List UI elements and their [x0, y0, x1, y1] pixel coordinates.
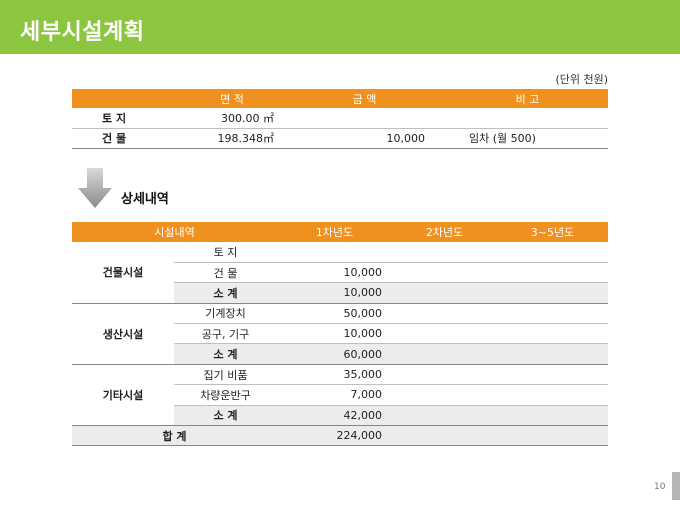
page-number: 10 [654, 482, 666, 492]
summary-label: 건 물 [72, 128, 182, 149]
unit-note: (단위 천원) [555, 73, 608, 86]
page-edge-tab [672, 472, 680, 500]
summary-area: 198.348㎡ [182, 128, 282, 149]
summary-note [447, 108, 608, 129]
item-year1: 10,000 [277, 323, 392, 345]
item-year2 [392, 384, 497, 406]
item-year3-5 [497, 384, 608, 406]
detail-header-facility: 시설내역 [72, 222, 277, 242]
item-name: 차량운반구 [174, 384, 277, 406]
group-label: 건물시설 [72, 242, 174, 304]
total-label: 합 계 [72, 425, 277, 447]
summary-note: 임차 (월 500) [447, 128, 608, 149]
subtotal-label: 소 계 [174, 282, 277, 304]
group-label: 기타시설 [72, 364, 174, 427]
subtotal-year1: 42,000 [277, 405, 392, 427]
summary-label: 토 지 [72, 108, 182, 129]
item-year2 [392, 323, 497, 345]
detail-table: 시설내역 1차년도 2차년도 3~5년도 건물시설 토 지 건 물 10,000… [72, 222, 608, 447]
detail-header-year1: 1차년도 [277, 222, 392, 242]
item-year1: 7,000 [277, 384, 392, 406]
item-name: 기계장치 [174, 303, 277, 325]
section-title: 상세내역 [121, 192, 169, 207]
item-year2 [392, 364, 497, 386]
item-year1: 10,000 [277, 262, 392, 284]
detail-header-year3-5: 3~5년도 [497, 222, 608, 242]
item-year3-5 [497, 364, 608, 386]
item-name: 집기 비품 [174, 364, 277, 386]
subtotal-year2 [392, 405, 497, 427]
item-name: 공구, 기구 [174, 323, 277, 345]
subtotal-year1: 10,000 [277, 282, 392, 304]
detail-header-year2: 2차년도 [392, 222, 497, 242]
page-title: 세부시설계획 [20, 20, 145, 45]
item-name: 토 지 [174, 242, 277, 263]
subtotal-year3-5 [497, 405, 608, 427]
subtotal-label: 소 계 [174, 343, 277, 365]
subtotal-year3-5 [497, 282, 608, 304]
summary-amount [282, 108, 447, 129]
table-row: 건물시설 토 지 [72, 242, 608, 304]
subtotal-year2 [392, 282, 497, 304]
item-year2 [392, 303, 497, 325]
item-year1 [277, 242, 392, 263]
total-year1: 224,000 [277, 425, 392, 447]
table-row: 생산시설 기계장치 50,000 [72, 303, 608, 365]
summary-amount: 10,000 [282, 128, 447, 149]
summary-table: 면 적 금 액 비 고 토 지 300.00 ㎡ 건 물 198.348㎡ 10… [72, 89, 608, 149]
item-year3-5 [497, 242, 608, 263]
summary-header-note: 비 고 [447, 89, 608, 108]
detail-header-row: 시설내역 1차년도 2차년도 3~5년도 [72, 222, 608, 242]
table-row: 기타시설 집기 비품 35,000 [72, 364, 608, 427]
summary-header-area: 면 적 [182, 89, 282, 108]
item-year3-5 [497, 323, 608, 345]
group-label: 생산시설 [72, 303, 174, 365]
subtotal-label: 소 계 [174, 405, 277, 427]
item-year3-5 [497, 262, 608, 284]
summary-area: 300.00 ㎡ [182, 108, 282, 129]
subtotal-year1: 60,000 [277, 343, 392, 365]
summary-header-amount: 금 액 [282, 89, 447, 108]
total-year3-5 [497, 425, 608, 447]
total-year2 [392, 425, 497, 447]
down-arrow-icon [78, 168, 112, 208]
item-year2 [392, 262, 497, 284]
item-year1: 50,000 [277, 303, 392, 325]
summary-header-row: 면 적 금 액 비 고 [72, 89, 608, 108]
total-row: 합 계 224,000 [72, 425, 608, 447]
subtotal-year3-5 [497, 343, 608, 365]
item-year3-5 [497, 303, 608, 325]
item-name: 건 물 [174, 262, 277, 284]
summary-row-land: 토 지 300.00 ㎡ [72, 108, 608, 129]
item-year2 [392, 242, 497, 263]
summary-header-blank [72, 89, 182, 108]
summary-row-building: 건 물 198.348㎡ 10,000 임차 (월 500) [72, 128, 608, 149]
item-year1: 35,000 [277, 364, 392, 386]
subtotal-year2 [392, 343, 497, 365]
